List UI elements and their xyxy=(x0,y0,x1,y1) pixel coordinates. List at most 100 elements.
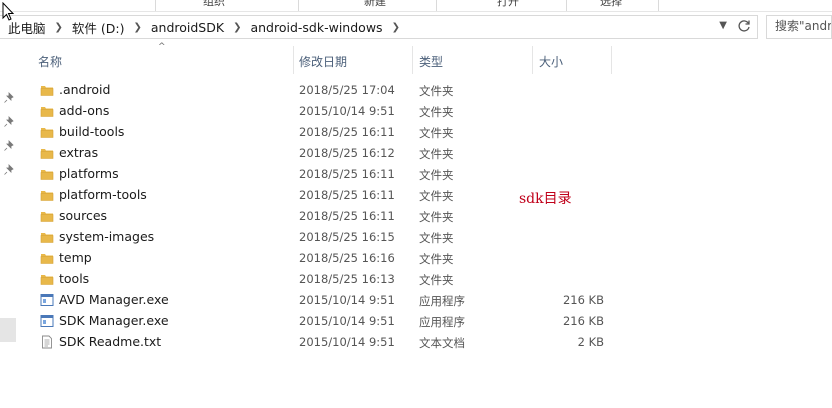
folder-icon xyxy=(40,83,54,97)
file-type: 应用程序 xyxy=(419,294,465,308)
file-row[interactable]: tools 2018/5/25 16:13 文件夹 xyxy=(30,269,650,290)
sort-ascending-icon: ^ xyxy=(158,42,166,52)
column-header-type[interactable]: 类型 xyxy=(419,48,443,74)
address-row: 此电脑 ❯ 软件 (D:) ❯ androidSDK ❯ android-sdk… xyxy=(0,14,832,42)
file-row[interactable]: build-tools 2018/5/25 16:11 文件夹 xyxy=(30,122,650,143)
file-date-modified: 2015/10/14 9:51 xyxy=(299,335,395,349)
file-size: 216 KB xyxy=(562,293,604,307)
file-date-modified: 2015/10/14 9:51 xyxy=(299,314,395,328)
column-divider[interactable] xyxy=(412,46,413,74)
ribbon-divider xyxy=(566,0,567,11)
file-type: 文件夹 xyxy=(419,273,454,287)
folder-icon xyxy=(40,146,54,160)
folder-icon xyxy=(40,104,54,118)
file-name: add-ons xyxy=(59,103,110,118)
exe-icon xyxy=(40,293,54,307)
file-size: 216 KB xyxy=(562,314,604,328)
file-date-modified: 2018/5/25 16:11 xyxy=(299,167,395,181)
file-name: build-tools xyxy=(59,124,125,139)
ribbon-divider xyxy=(155,0,156,11)
chevron-right-icon[interactable]: ❯ xyxy=(226,22,248,33)
column-divider[interactable] xyxy=(611,46,612,74)
search-input[interactable] xyxy=(767,16,831,33)
folder-icon xyxy=(40,167,54,181)
file-name: SDK Manager.exe xyxy=(59,313,169,328)
file-row[interactable]: extras 2018/5/25 16:12 文件夹 xyxy=(30,143,650,164)
folder-icon xyxy=(40,209,54,223)
file-row[interactable]: .android 2018/5/25 17:04 文件夹 xyxy=(30,80,650,101)
file-row[interactable]: platforms 2018/5/25 16:11 文件夹 xyxy=(30,164,650,185)
file-name: SDK Readme.txt xyxy=(59,334,162,349)
annotation-text: sdk目录 xyxy=(519,191,572,207)
file-date-modified: 2018/5/25 16:11 xyxy=(299,125,395,139)
file-name: platform-tools xyxy=(59,187,147,202)
file-size: 2 KB xyxy=(577,335,604,349)
folder-icon xyxy=(40,230,54,244)
ribbon-group-new[interactable]: 新建 xyxy=(364,0,386,9)
chevron-right-icon[interactable]: ❯ xyxy=(385,22,407,33)
file-type: 文件夹 xyxy=(419,105,454,119)
column-header-name[interactable]: 名称 xyxy=(38,48,62,74)
column-divider[interactable] xyxy=(293,46,294,74)
file-date-modified: 2018/5/25 16:11 xyxy=(299,188,395,202)
breadcrumb[interactable]: 此电脑 ❯ 软件 (D:) ❯ androidSDK ❯ android-sdk… xyxy=(0,15,758,39)
file-date-modified: 2018/5/25 16:16 xyxy=(299,251,395,265)
exe-icon xyxy=(40,314,54,328)
file-type: 文件夹 xyxy=(419,84,454,98)
column-header-size[interactable]: 大小 xyxy=(539,48,563,74)
ribbon-divider xyxy=(298,0,299,11)
file-date-modified: 2018/5/25 17:04 xyxy=(299,83,395,97)
file-row[interactable]: AVD Manager.exe 2015/10/14 9:51 应用程序 216 KB xyxy=(30,290,650,311)
pin-icon[interactable] xyxy=(3,140,15,152)
file-date-modified: 2018/5/25 16:11 xyxy=(299,209,395,223)
text-file-icon xyxy=(40,335,54,349)
file-date-modified: 2018/5/25 16:13 xyxy=(299,272,395,286)
ribbon-divider xyxy=(436,0,437,11)
refresh-icon[interactable] xyxy=(736,18,752,34)
file-date-modified: 2018/5/25 16:12 xyxy=(299,146,395,160)
file-type: 文件夹 xyxy=(419,147,454,161)
pin-icon[interactable] xyxy=(3,92,15,104)
search-box[interactable] xyxy=(766,15,832,39)
file-row[interactable]: SDK Readme.txt 2015/10/14 9:51 文本文档 2 KB xyxy=(30,332,650,353)
ribbon-group-organize[interactable]: 组织 xyxy=(203,0,225,9)
file-type: 文件夹 xyxy=(419,126,454,140)
column-divider[interactable] xyxy=(532,46,533,74)
chevron-right-icon[interactable]: ❯ xyxy=(126,22,148,33)
breadcrumb-item-drive[interactable]: 软件 (D:) xyxy=(70,18,127,37)
file-type: 文本文档 xyxy=(419,336,465,350)
file-date-modified: 2015/10/14 9:51 xyxy=(299,104,395,118)
file-row[interactable]: sources 2018/5/25 16:11 文件夹 xyxy=(30,206,650,227)
file-name: AVD Manager.exe xyxy=(59,292,169,307)
file-row[interactable]: temp 2018/5/25 16:16 文件夹 xyxy=(30,248,650,269)
pin-icon[interactable] xyxy=(3,116,15,128)
file-date-modified: 2018/5/25 16:15 xyxy=(299,230,395,244)
mouse-cursor-icon xyxy=(2,2,15,21)
file-type: 文件夹 xyxy=(419,252,454,266)
file-type: 文件夹 xyxy=(419,189,454,203)
ribbon-group-select[interactable]: 选择 xyxy=(600,0,622,9)
breadcrumb-item-androidsdk[interactable]: androidSDK xyxy=(149,20,226,35)
file-name: tools xyxy=(59,271,90,286)
breadcrumb-item-android-sdk-windows[interactable]: android-sdk-windows xyxy=(248,20,384,35)
ribbon-group-open[interactable]: 打开 xyxy=(497,0,519,9)
file-row[interactable]: system-images 2018/5/25 16:15 文件夹 xyxy=(30,227,650,248)
file-row[interactable]: add-ons 2015/10/14 9:51 文件夹 xyxy=(30,101,650,122)
file-name: sources xyxy=(59,208,108,223)
folder-icon xyxy=(40,125,54,139)
folder-icon xyxy=(40,272,54,286)
file-type: 文件夹 xyxy=(419,168,454,182)
ribbon-divider xyxy=(658,0,659,11)
file-name: temp xyxy=(59,250,92,265)
file-name: system-images xyxy=(59,229,155,244)
pin-icon[interactable] xyxy=(3,164,15,176)
chevron-down-icon[interactable]: ▼ xyxy=(719,20,727,31)
file-row[interactable]: SDK Manager.exe 2015/10/14 9:51 应用程序 216 KB xyxy=(30,311,650,332)
file-name: platforms xyxy=(59,166,119,181)
chevron-right-icon[interactable]: ❯ xyxy=(48,22,70,33)
folder-icon xyxy=(40,188,54,202)
nav-item-selected[interactable] xyxy=(0,318,16,342)
file-name: .android xyxy=(59,82,111,97)
file-type: 文件夹 xyxy=(419,231,454,245)
column-header-date[interactable]: 修改日期 xyxy=(299,48,347,74)
